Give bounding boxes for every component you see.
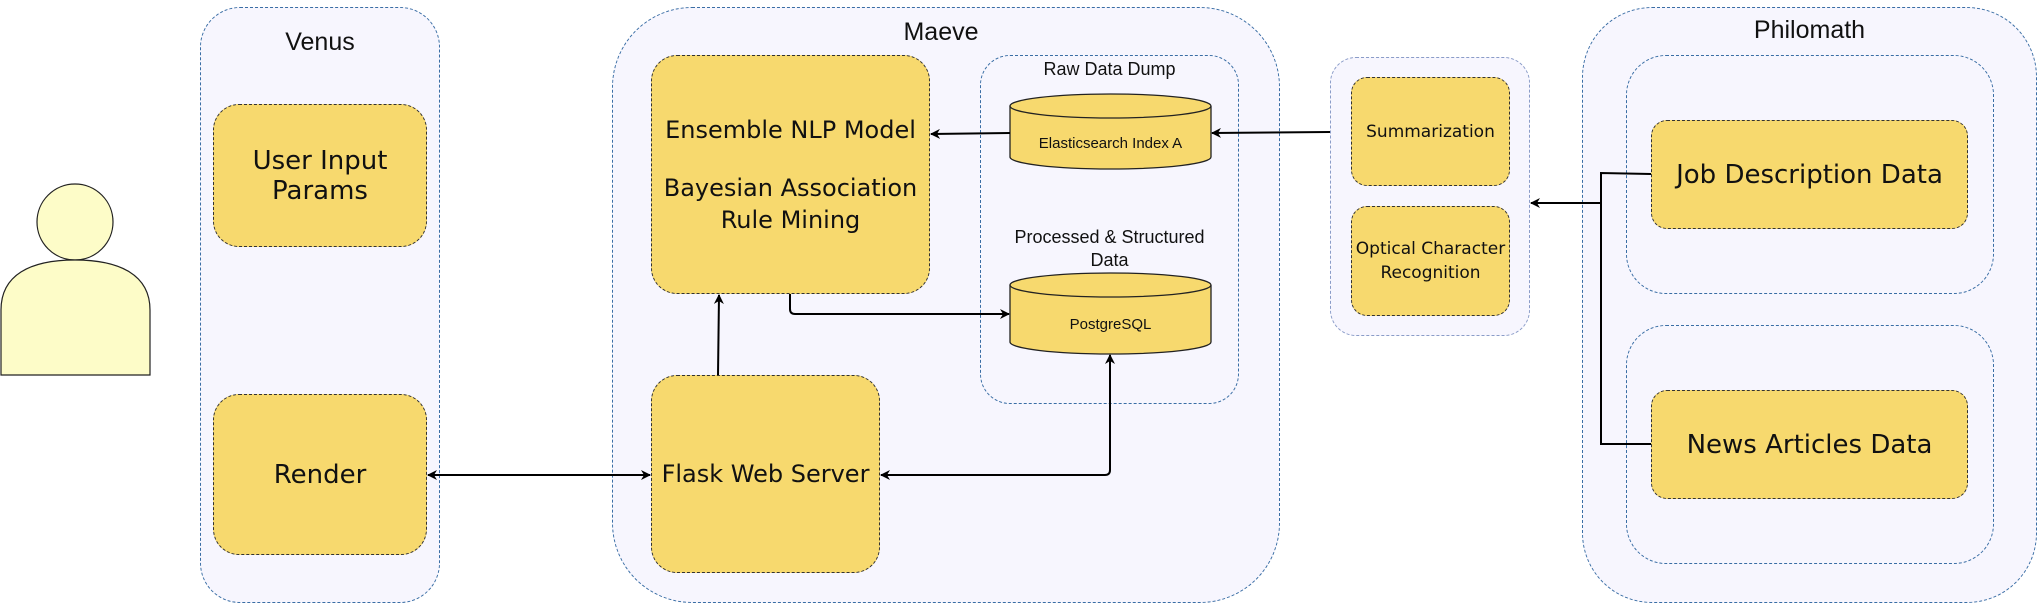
arrow-flask-postgres <box>880 354 1115 480</box>
postgresql-cylinder[interactable] <box>1009 272 1212 355</box>
elasticsearch-label: Elasticsearch Index A <box>1038 135 1183 152</box>
connectors <box>427 93 1652 480</box>
postgresql-label: PostgreSQL <box>1069 316 1152 333</box>
arrow-flask-to-model <box>713 294 724 376</box>
connector-philomath <box>1600 171 1652 445</box>
elasticsearch-cylinder[interactable] <box>1009 93 1212 170</box>
arrow-processing-to-es <box>1211 127 1331 138</box>
arrow-es-to-model <box>930 128 1011 139</box>
arrow-model-to-postgres <box>789 294 1010 319</box>
